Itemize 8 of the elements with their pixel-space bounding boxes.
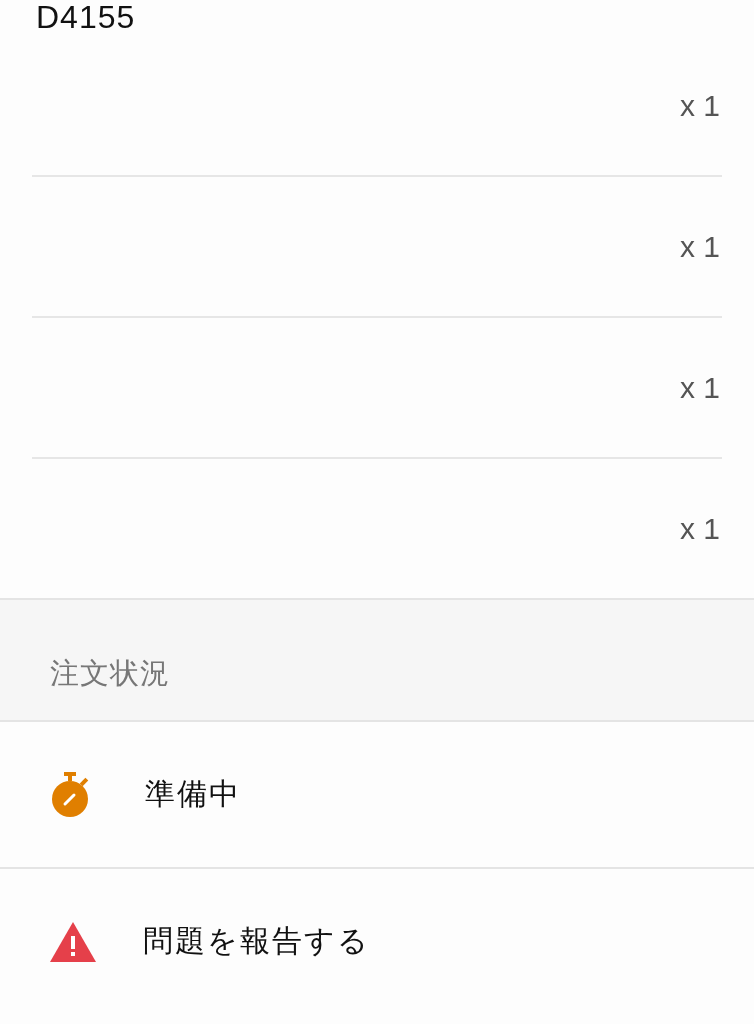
item-quantity: x 1 [679,511,720,546]
order-number: D4155 [36,0,136,34]
warning-icon [50,921,96,962]
order-status: 準備中 [145,776,241,812]
item-quantity: x 1 [679,229,720,264]
item-quantity: x 1 [679,88,720,123]
item-quantity: x 1 [679,370,720,405]
section-title: 注文状況 [50,656,170,691]
